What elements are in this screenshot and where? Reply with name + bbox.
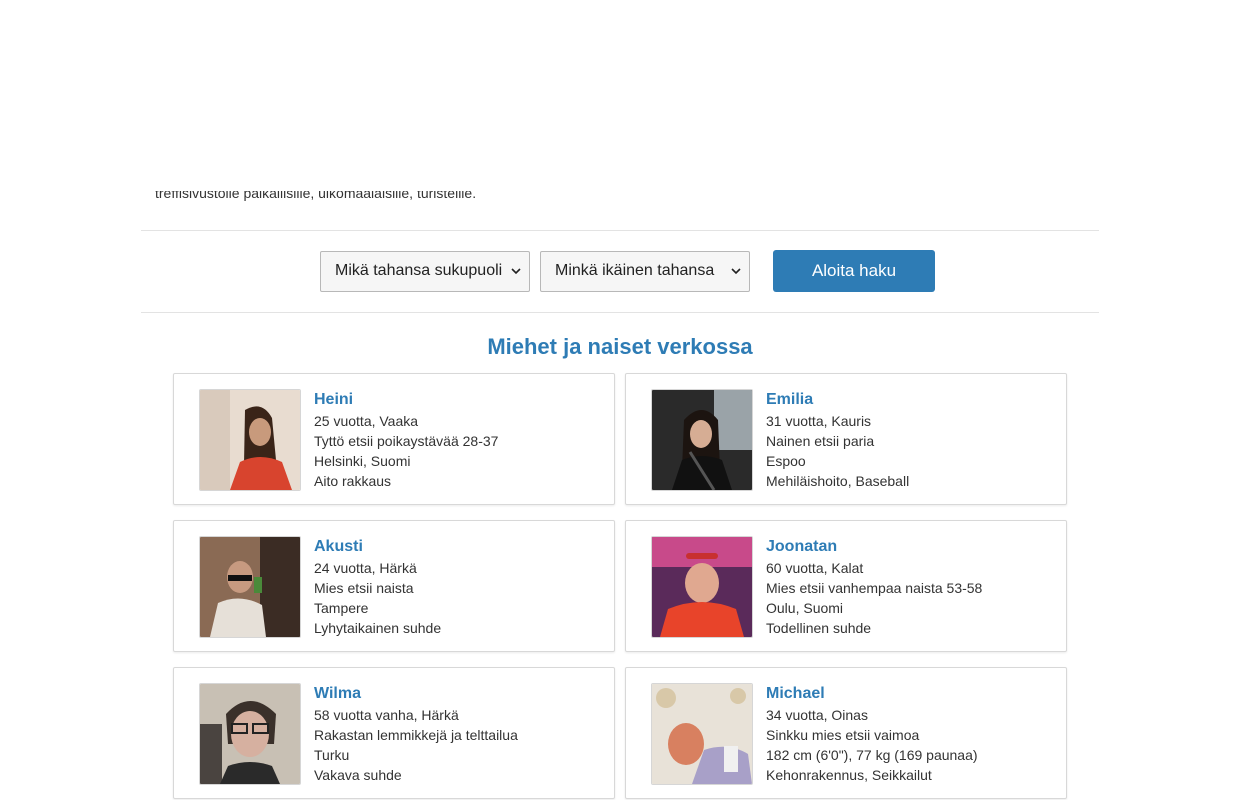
profile-extra: Aito rakkaus (314, 473, 392, 489)
search-bar: Mikä tahansa sukupuoli Minkä ikäinen tah… (320, 250, 935, 292)
profile-extra: Vakava suhde (314, 767, 402, 783)
profile-age-sign: 25 vuotta, Vaaka (314, 413, 419, 429)
profile-seeking: Nainen etsii paria (766, 433, 875, 449)
profile-name[interactable]: Wilma (314, 684, 518, 704)
profile-name[interactable]: Michael (766, 684, 978, 704)
profile-seeking: Mies etsii naista (314, 580, 414, 596)
profile-card[interactable]: Emilia 31 vuotta, Kauris Nainen etsii pa… (625, 373, 1067, 505)
gender-select[interactable]: Mikä tahansa sukupuoli (320, 250, 530, 292)
profile-age-sign: 34 vuotta, Oinas (766, 707, 868, 723)
profile-seeking: Tyttö etsii poikaystävää 28-37 (314, 433, 499, 449)
profile-photo[interactable] (199, 389, 301, 491)
profile-extra: Mehiläishoito, Baseball (766, 473, 910, 489)
profile-age-sign: 58 vuotta vanha, Härkä (314, 707, 459, 723)
profile-name[interactable]: Heini (314, 390, 498, 410)
intro-text: treffisivustolle paikallisille, ulkomaal… (155, 191, 476, 209)
profile-location: Turku (314, 747, 350, 763)
age-select-value: Minkä ikäinen tahansa (555, 262, 715, 279)
profile-photo[interactable] (651, 389, 753, 491)
profile-location: Tampere (314, 600, 369, 616)
profile-location: Helsinki, Suomi (314, 453, 411, 469)
profile-card[interactable]: Joonatan 60 vuotta, Kalat Mies etsii van… (625, 520, 1067, 652)
profile-location: Oulu, Suomi (766, 600, 844, 616)
profile-photo[interactable] (199, 536, 301, 638)
divider-top (141, 230, 1099, 231)
section-title: Miehet ja naiset verkossa (487, 334, 753, 359)
profile-extra: Lyhytaikainen suhde (314, 620, 442, 636)
divider-bottom (141, 312, 1099, 313)
chevron-down-icon (511, 268, 521, 275)
profile-name[interactable]: Akusti (314, 537, 441, 557)
profile-age-sign: 24 vuotta, Härkä (314, 560, 417, 576)
chevron-down-icon (731, 268, 741, 275)
profile-card[interactable]: Akusti 24 vuotta, Härkä Mies etsii naist… (173, 520, 615, 652)
profile-age-sign: 31 vuotta, Kauris (766, 413, 872, 429)
profile-extra: Todellinen suhde (766, 620, 872, 636)
profile-card[interactable]: Heini 25 vuotta, Vaaka Tyttö etsii poika… (173, 373, 615, 505)
profile-location: Espoo (766, 453, 806, 469)
profile-seeking: Rakastan lemmikkejä ja telttailua (314, 727, 518, 743)
profile-card[interactable]: Michael 34 vuotta, Oinas Sinkku mies ets… (625, 667, 1067, 799)
profile-name[interactable]: Emilia (766, 390, 909, 410)
profile-extra: Kehonrakennus, Seikkailut (766, 767, 932, 783)
gender-select-value: Mikä tahansa sukupuoli (335, 262, 503, 279)
profile-age-sign: 60 vuotta, Kalat (766, 560, 864, 576)
profile-photo[interactable] (651, 536, 753, 638)
age-select[interactable]: Minkä ikäinen tahansa (540, 250, 750, 292)
intro-text-line: treffisivustolle paikallisille, ulkomaal… (155, 191, 477, 201)
profile-seeking: Mies etsii vanhempaa naista 53-58 (766, 580, 983, 596)
profile-location: 182 cm (6'0"), 77 kg (169 paunaa) (766, 747, 978, 763)
profile-card[interactable]: Wilma 58 vuotta vanha, Härkä Rakastan le… (173, 667, 615, 799)
profile-photo[interactable] (651, 683, 753, 785)
start-search-button[interactable]: Aloita haku (773, 250, 935, 292)
profile-photo[interactable] (199, 683, 301, 785)
profile-name[interactable]: Joonatan (766, 537, 982, 557)
profile-seeking: Sinkku mies etsii vaimoa (766, 727, 920, 743)
